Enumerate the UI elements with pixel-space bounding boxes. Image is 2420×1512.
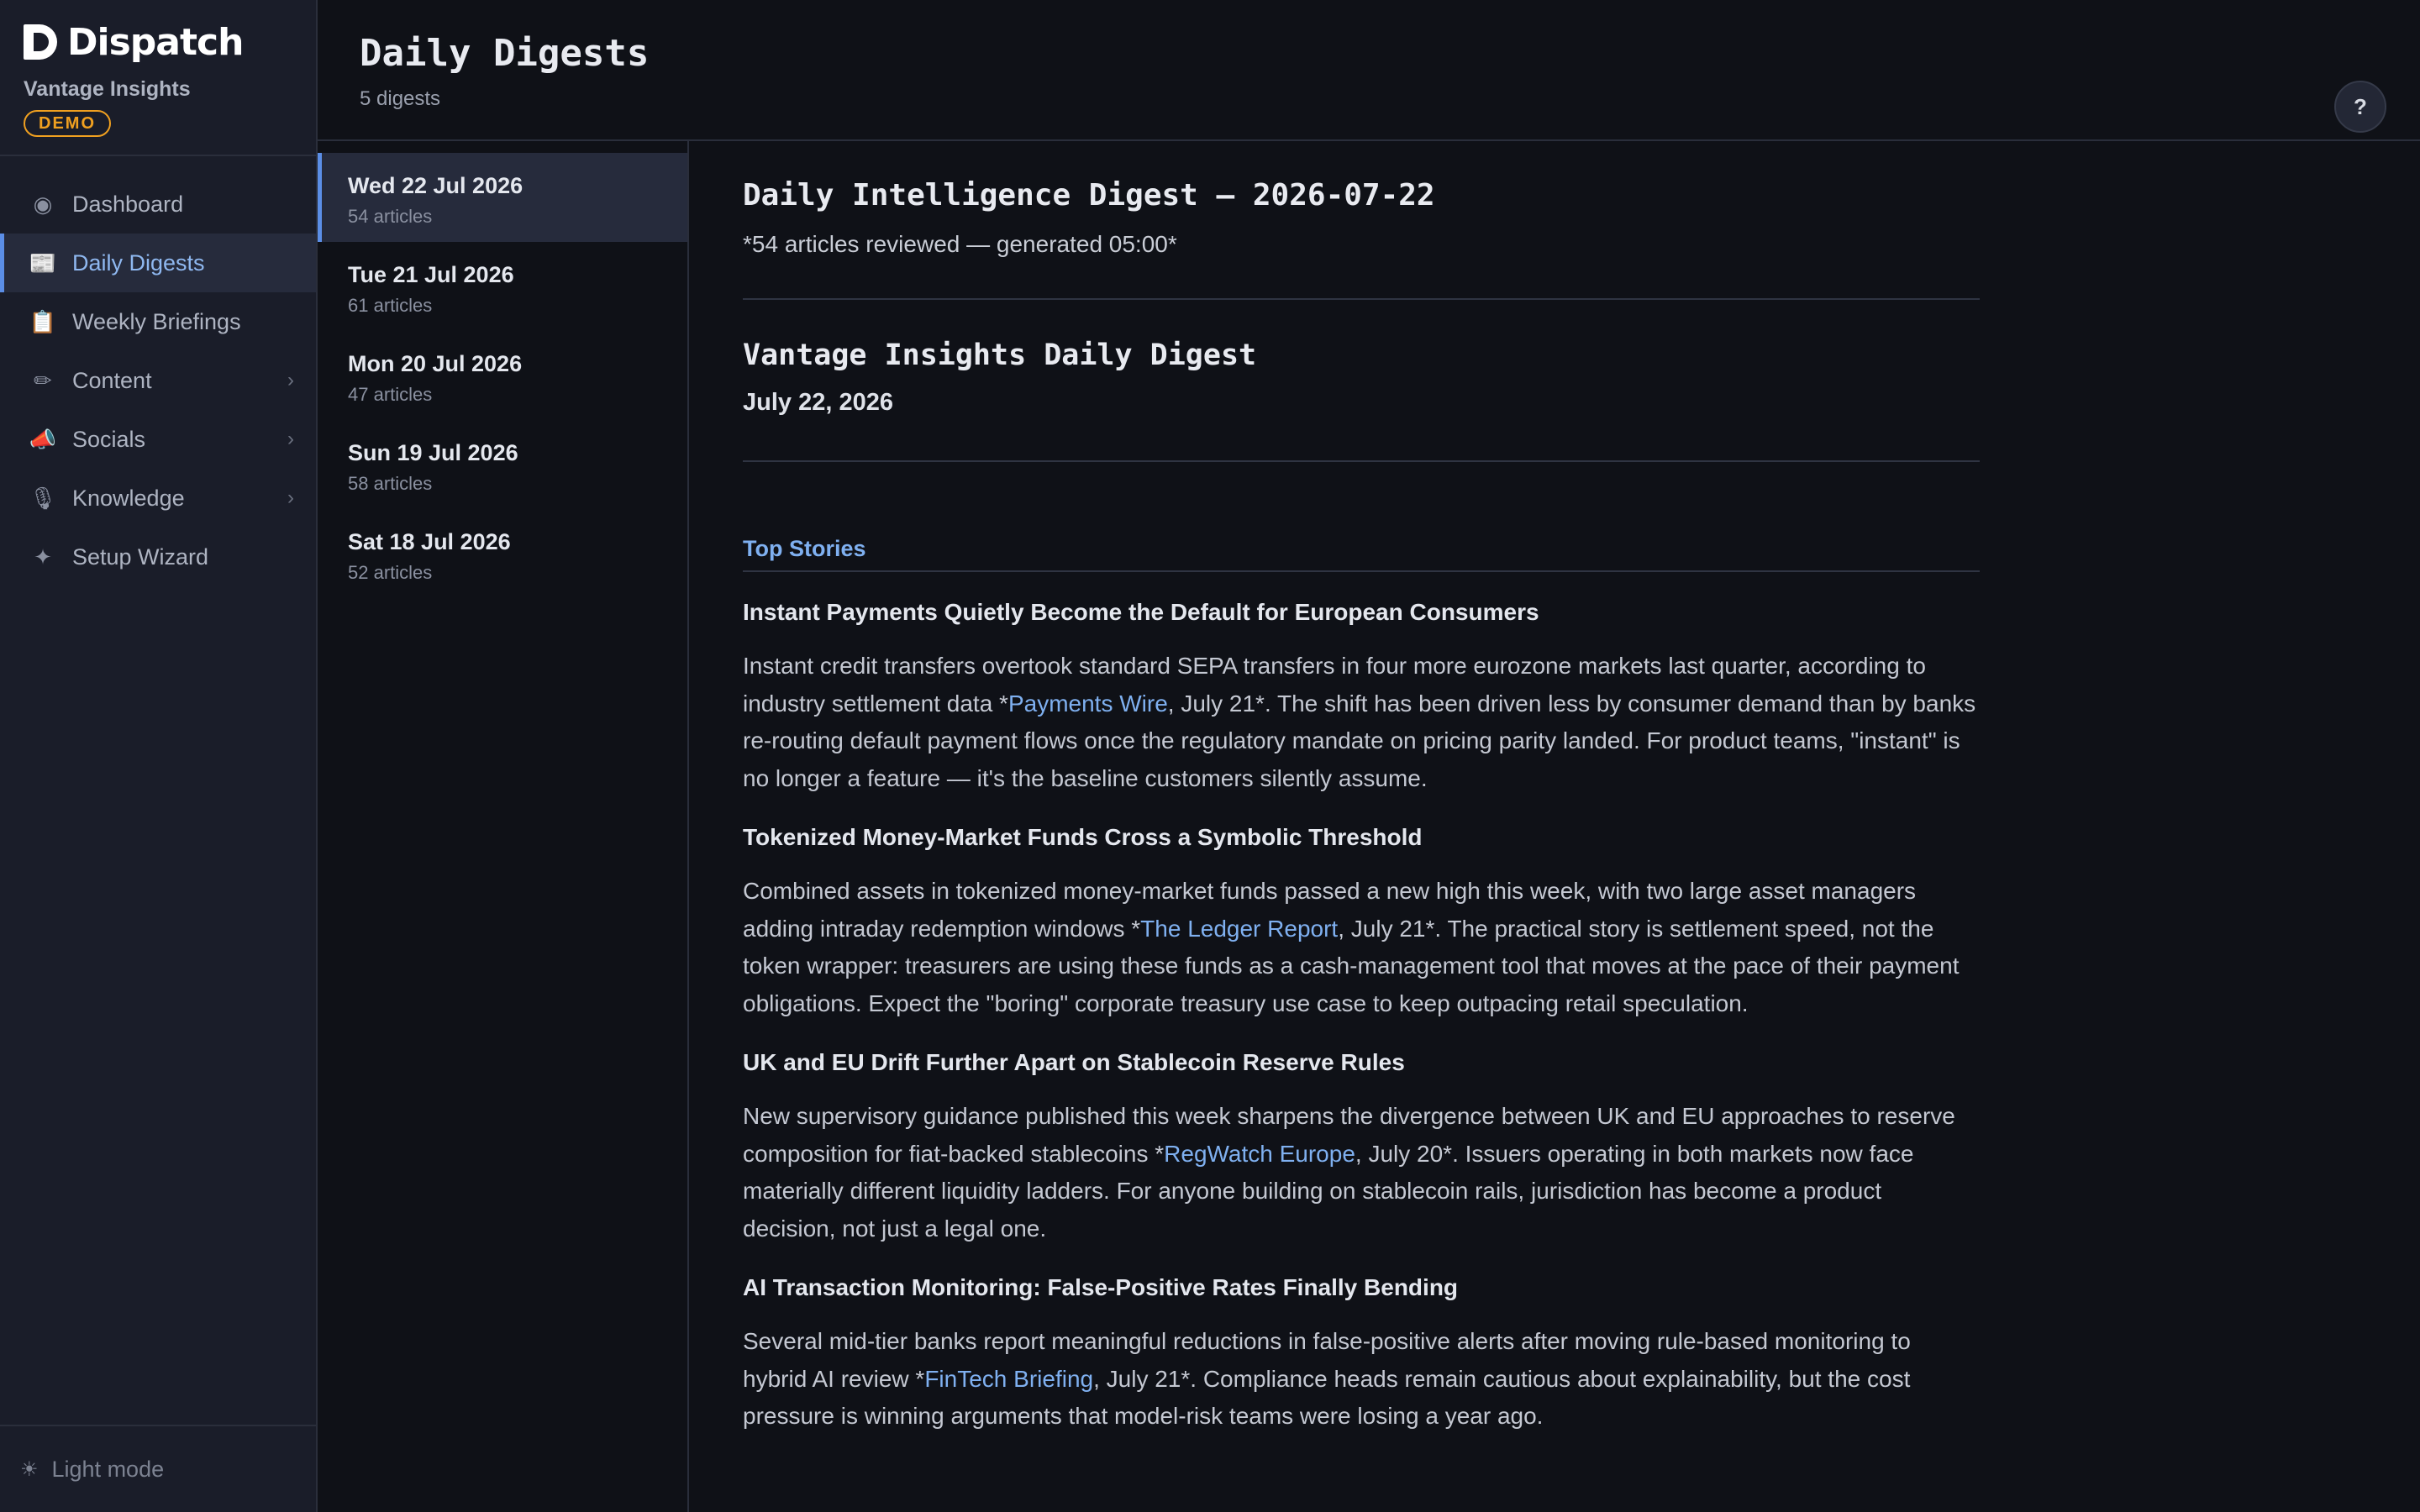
brand-logo-row[interactable]: Dispatch bbox=[24, 20, 292, 64]
digest-date: Wed 22 Jul 2026 bbox=[348, 173, 523, 198]
digest-title: Daily Intelligence Digest — 2026-07-22 bbox=[743, 178, 1435, 213]
digest-date: Sat 18 Jul 2026 bbox=[348, 529, 511, 554]
chevron-right-icon: › bbox=[287, 428, 294, 450]
demo-badge: DEMO bbox=[24, 110, 111, 137]
digest-article-count: 58 articles bbox=[348, 473, 433, 494]
megaphone-icon: 📣 bbox=[29, 426, 57, 452]
page-title: Daily Digests bbox=[360, 32, 650, 75]
sidebar-item-label: Dashboard bbox=[72, 191, 184, 217]
org-name: Vantage Insights bbox=[24, 77, 191, 101]
sidebar-item-setup-wizard[interactable]: ✦ Setup Wizard bbox=[0, 528, 316, 586]
source-link[interactable]: Payments Wire bbox=[1008, 690, 1168, 717]
digest-count-subtitle: 5 digests bbox=[360, 87, 441, 110]
sidebar-item-dashboard[interactable]: ◉ Dashboard bbox=[0, 175, 316, 234]
story-title: AI Transaction Monitoring: False-Positiv… bbox=[743, 1274, 1459, 1300]
story-title: UK and EU Drift Further Apart on Stablec… bbox=[743, 1049, 1405, 1075]
light-mode-label: Light mode bbox=[51, 1456, 165, 1482]
sidebar-item-content[interactable]: ✏ Content › bbox=[0, 351, 316, 410]
digest-date: Tue 21 Jul 2026 bbox=[348, 262, 514, 287]
sidebar-item-label: Socials bbox=[72, 426, 146, 452]
sidebar-item-knowledge[interactable]: 🎙 Knowledge › bbox=[0, 469, 316, 528]
newspaper-icon: 📰 bbox=[29, 249, 57, 276]
sidebar: Dispatch Vantage Insights DEMO ◉ Dashboa… bbox=[0, 0, 318, 1512]
sidebar-item-label: Knowledge bbox=[72, 485, 185, 511]
dispatch-logo-icon bbox=[24, 24, 57, 60]
digest-list-item[interactable]: Sat 18 Jul 2026 52 articles bbox=[318, 509, 687, 598]
sun-icon: ☀ bbox=[20, 1457, 39, 1481]
digest-list-item[interactable]: Tue 21 Jul 2026 61 articles bbox=[318, 242, 687, 331]
sidebar-item-weekly-briefings[interactable]: 📋 Weekly Briefings bbox=[0, 292, 316, 351]
brand-name: Dispatch bbox=[67, 20, 244, 64]
story-title: Instant Payments Quietly Become the Defa… bbox=[743, 599, 1539, 625]
clipboard-icon: 📋 bbox=[29, 308, 57, 334]
digest-article-count: 47 articles bbox=[348, 384, 433, 405]
source-link[interactable]: The Ledger Report bbox=[1140, 916, 1338, 942]
sidebar-nav: ◉ Dashboard 📰 Daily Digests 📋 Weekly Bri… bbox=[0, 175, 316, 586]
digest-list-item[interactable]: Sun 19 Jul 2026 58 articles bbox=[318, 420, 687, 509]
pencil-icon: ✏ bbox=[34, 367, 52, 393]
page-header: Daily Digests 5 digests ? bbox=[318, 0, 2420, 141]
microphone-icon: 🎙 bbox=[29, 485, 57, 511]
story-body: Instant credit transfers overtook standa… bbox=[743, 653, 1976, 791]
source-link[interactable]: FinTech Briefing bbox=[924, 1366, 1093, 1392]
digest-article-count: 52 articles bbox=[348, 562, 433, 583]
sidebar-item-daily-digests[interactable]: 📰 Daily Digests bbox=[0, 234, 316, 292]
divider bbox=[743, 298, 1980, 300]
section-date: July 22, 2026 bbox=[743, 389, 893, 416]
digest-article-count: 61 articles bbox=[348, 295, 433, 316]
dashboard-icon: ◉ bbox=[33, 191, 53, 217]
digest-meta: *54 articles reviewed — generated 05:00* bbox=[743, 231, 1177, 257]
top-stories-heading: Top Stories bbox=[743, 536, 1980, 572]
digest-list-item[interactable]: Mon 20 Jul 2026 47 articles bbox=[318, 331, 687, 420]
light-mode-toggle[interactable]: ☀ Light mode bbox=[0, 1425, 316, 1512]
sidebar-item-label: Setup Wizard bbox=[72, 543, 209, 570]
brand-block: Dispatch Vantage Insights DEMO bbox=[0, 0, 316, 156]
divider bbox=[743, 460, 1980, 462]
sidebar-item-label: Weekly Briefings bbox=[72, 308, 241, 334]
source-link[interactable]: RegWatch Europe bbox=[1164, 1141, 1355, 1167]
digest-list: Wed 22 Jul 2026 54 articles Tue 21 Jul 2… bbox=[318, 141, 689, 1512]
sidebar-item-label: Daily Digests bbox=[72, 249, 205, 276]
digest-date: Sun 19 Jul 2026 bbox=[348, 440, 518, 465]
sidebar-item-label: Content bbox=[72, 367, 152, 393]
help-button[interactable]: ? bbox=[2334, 81, 2386, 133]
sparkle-icon: ✦ bbox=[34, 543, 52, 570]
story-body: New supervisory guidance published this … bbox=[743, 1103, 1955, 1242]
digest-article: Daily Intelligence Digest — 2026-07-22 *… bbox=[743, 178, 1980, 1459]
section-title: Vantage Insights Daily Digest bbox=[743, 339, 1257, 372]
digest-date: Mon 20 Jul 2026 bbox=[348, 351, 523, 376]
chevron-right-icon: › bbox=[287, 486, 294, 509]
digest-list-item[interactable]: Wed 22 Jul 2026 54 articles bbox=[318, 153, 687, 242]
sidebar-item-socials[interactable]: 📣 Socials › bbox=[0, 410, 316, 469]
story-body: Combined assets in tokenized money-marke… bbox=[743, 878, 1960, 1016]
digest-content[interactable]: Daily Intelligence Digest — 2026-07-22 *… bbox=[689, 143, 2420, 1512]
digest-article-count: 54 articles bbox=[348, 206, 433, 227]
story-title: Tokenized Money-Market Funds Cross a Sym… bbox=[743, 824, 1423, 850]
story-body: Several mid-tier banks report meaningful… bbox=[743, 1328, 1911, 1429]
chevron-right-icon: › bbox=[287, 369, 294, 391]
